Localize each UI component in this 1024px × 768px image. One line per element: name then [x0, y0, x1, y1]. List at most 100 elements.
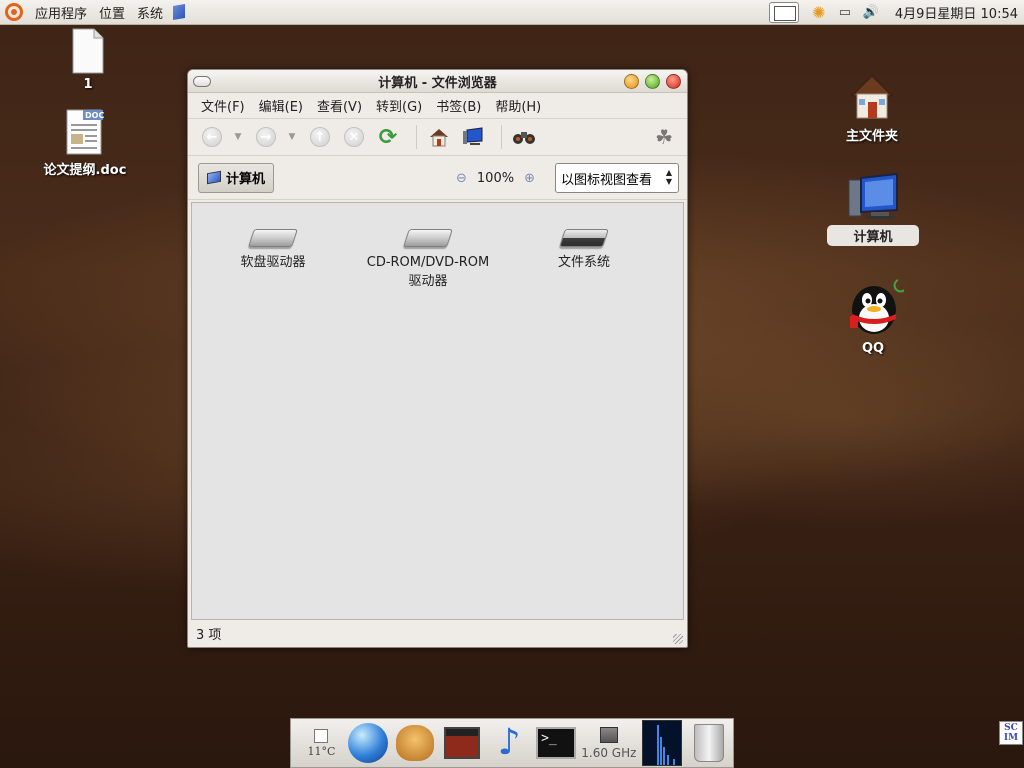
view-mode-select[interactable]: 以图标视图查看 ▲ ▼ [555, 163, 679, 193]
file-item-label: 软盘驱动器 [240, 255, 306, 270]
launcher-icon[interactable] [173, 3, 186, 21]
status-item-count: 3 项 [196, 628, 222, 643]
home-folder-icon [850, 75, 894, 119]
search-button[interactable] [510, 123, 538, 151]
cdrom-drive-icon [403, 229, 453, 247]
desktop-computer-label: 计算机 [827, 225, 919, 246]
volume-icon[interactable]: 🔊 [863, 4, 879, 20]
window-titlebar[interactable]: 计算机 - 文件浏览器 [188, 70, 687, 93]
file-item-label: CD-ROM/DVD-ROM 驱动器 [366, 255, 490, 289]
forward-arrow-icon: → [256, 127, 276, 147]
top-panel-tray: ✺ ▭ 🔊 4月9日星期日 10:54 [768, 0, 1024, 25]
menu-go[interactable]: 转到(G) [369, 96, 429, 115]
window-title: 计算机 - 文件浏览器 [378, 75, 497, 91]
dock-gaim[interactable] [393, 720, 438, 766]
view-mode-label: 以图标视图查看 [561, 172, 653, 188]
close-button[interactable] [666, 74, 681, 89]
ubuntu-logo-icon[interactable] [5, 3, 23, 21]
resize-grip[interactable] [673, 634, 683, 644]
system-monitor-applet[interactable] [639, 720, 684, 766]
location-computer-label: 计算机 [226, 172, 266, 187]
dock-terminal[interactable]: >_ [534, 720, 579, 766]
menu-edit[interactable]: 编辑(E) [252, 96, 310, 115]
system-menu[interactable]: 系统 [131, 3, 169, 22]
cpu-frequency-readout: 1.60 GHz [581, 745, 637, 760]
dock-trash[interactable] [686, 720, 731, 766]
minimize-button[interactable] [624, 74, 639, 89]
file-browser-window: 计算机 - 文件浏览器 文件(F) 编辑(E) 查看(V) 转到(G) 书签(B… [187, 69, 688, 648]
zoom-out-icon[interactable]: ⊖ [456, 171, 467, 186]
zoom-in-icon[interactable]: ⊕ [524, 171, 535, 186]
home-icon [430, 129, 448, 147]
maximize-button[interactable] [645, 74, 660, 89]
trash-icon [693, 724, 724, 762]
filesystem-drive-icon [559, 229, 609, 247]
select-arrows-icon: ▲ ▼ [665, 168, 672, 186]
menu-help[interactable]: 帮助(H) [488, 96, 548, 115]
zoom-level[interactable]: 100% [477, 171, 514, 186]
menu-file[interactable]: 文件(F) [194, 96, 252, 115]
cpu-chip-icon [599, 726, 618, 743]
back-history-dropdown[interactable]: ▼ [232, 123, 244, 151]
dock-music-player[interactable]: ♪ [487, 720, 532, 766]
cpu-frequency-applet[interactable]: 1.60 GHz [581, 720, 638, 766]
terminal-icon: >_ [536, 727, 577, 759]
binoculars-icon [513, 132, 535, 144]
forward-history-dropdown[interactable]: ▼ [286, 123, 298, 151]
desktop-computer[interactable]: 计算机 [824, 172, 922, 246]
file-item-label: 文件系统 [557, 255, 610, 270]
file-item-filesystem[interactable]: 文件系统 [514, 203, 654, 272]
gnome-foot-icon: ☘ [655, 125, 673, 149]
desktop-doc-file[interactable]: DOC 论文提纲.doc [38, 108, 132, 178]
up-button[interactable]: ↑ [306, 123, 334, 151]
computer-button[interactable] [459, 123, 487, 151]
up-arrow-icon: ↑ [310, 127, 330, 147]
dock-movie-player[interactable] [440, 720, 485, 766]
home-button[interactable] [425, 123, 453, 151]
back-arrow-icon: ← [202, 127, 222, 147]
file-icon-view[interactable]: 软盘驱动器 CD-ROM/DVD-ROM 驱动器 文件系统 [191, 202, 684, 620]
printer-icon[interactable]: ▭ [837, 4, 853, 20]
music-note-icon: ♪ [497, 722, 521, 763]
file-item-cdrom[interactable]: CD-ROM/DVD-ROM 驱动器 [358, 203, 498, 291]
back-button[interactable]: ← [198, 123, 226, 151]
desktop-qq[interactable]: QQ [840, 276, 906, 356]
show-desktop-button[interactable] [768, 1, 799, 23]
top-panel: 应用程序 位置 系统 ✺ ▭ 🔊 4月9日星期日 10:54 [0, 0, 1024, 25]
zoom-control: ⊖ 100% ⊕ [456, 156, 535, 200]
temperature-readout: 11°C [307, 744, 336, 758]
floppy-drive-icon [248, 229, 298, 247]
dock-browser[interactable] [346, 720, 391, 766]
reload-button[interactable]: ⟳ [374, 123, 402, 151]
applications-menu[interactable]: 应用程序 [29, 3, 93, 22]
computer-icon [207, 170, 221, 185]
globe-icon [348, 723, 389, 763]
places-menu[interactable]: 位置 [93, 3, 131, 22]
desktop-file-1-label: 1 [83, 77, 93, 92]
clock[interactable]: 4月9日星期日 10:54 [895, 3, 1018, 22]
stop-icon: ✕ [344, 127, 364, 147]
toolbar: ← ▼ → ▼ ↑ ✕ ⟳ ☘ [188, 119, 687, 156]
stop-button[interactable]: ✕ [340, 123, 368, 151]
update-notifier-icon[interactable]: ✺ [811, 3, 827, 22]
weather-applet[interactable]: 11°C [299, 720, 344, 766]
svg-text:DOC: DOC [85, 111, 104, 120]
menu-bookmarks[interactable]: 书签(B) [429, 96, 488, 115]
blank-document-icon [72, 28, 104, 74]
reload-icon: ⟳ [378, 124, 398, 150]
scim-input-method-icon[interactable]: SC IM [999, 721, 1023, 745]
desktop-file-1[interactable]: 1 [60, 28, 116, 92]
file-item-floppy[interactable]: 软盘驱动器 [203, 203, 343, 272]
system-monitor-graph-icon [641, 720, 682, 766]
forward-button[interactable]: → [252, 123, 280, 151]
window-menu-button[interactable] [193, 76, 211, 87]
location-computer-button[interactable]: 计算机 [198, 162, 275, 193]
gaim-pidgin-icon [396, 725, 435, 761]
menu-view[interactable]: 查看(V) [310, 96, 369, 115]
qq-penguin-icon [850, 279, 904, 334]
statusbar: 3 项 [188, 620, 687, 647]
desktop-home-folder[interactable]: 主文件夹 [836, 72, 908, 144]
desktop-home-folder-label: 主文件夹 [845, 129, 898, 144]
computer-icon [848, 172, 898, 219]
toolbar-separator [501, 125, 502, 149]
